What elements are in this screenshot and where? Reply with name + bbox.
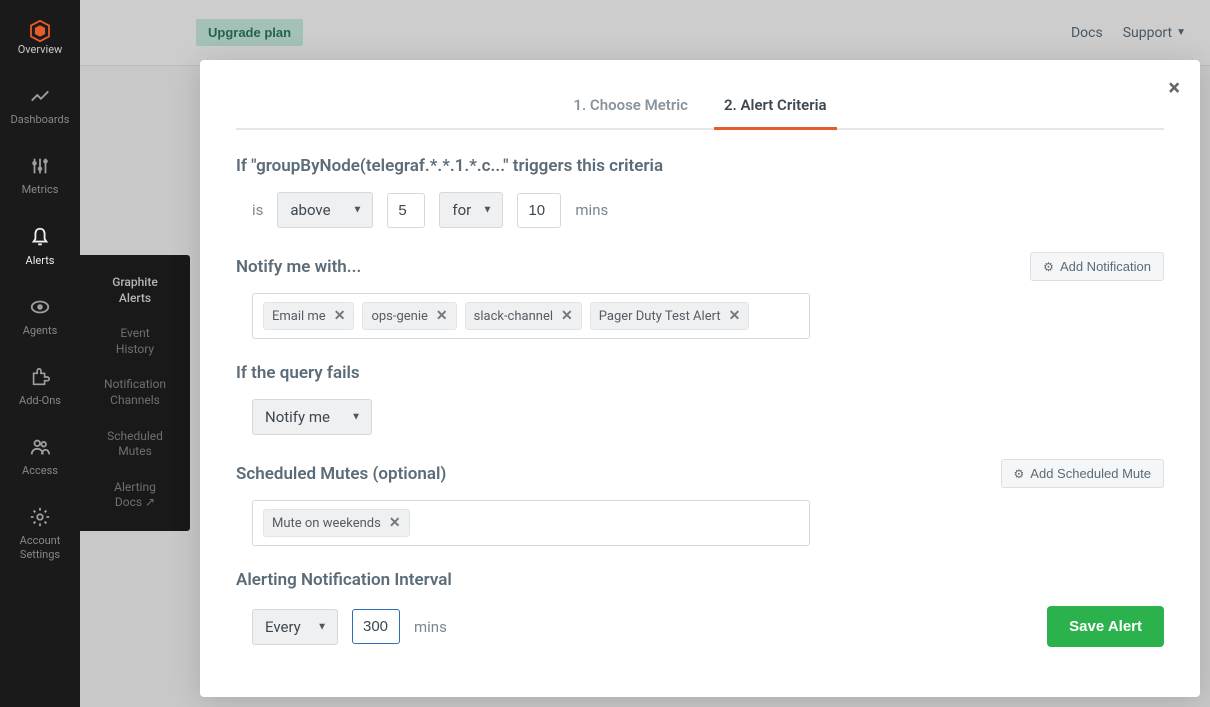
add-scheduled-mute-button[interactable]: ⚙ Add Scheduled Mute [1001,459,1164,488]
sidebar-item-addons[interactable]: Add-Ons [0,351,80,421]
remove-tag-icon[interactable]: ✕ [561,308,573,324]
mute-tag: Mute on weekends ✕ [263,509,410,537]
sidebar-item-label: Overview [18,43,63,56]
close-icon[interactable]: × [1168,76,1180,101]
puzzle-icon [28,365,52,389]
eye-icon [28,295,52,319]
notification-tags[interactable]: Email me ✕ ops-genie ✕ slack-channel ✕ P… [252,293,810,339]
sidebar-item-access[interactable]: Access [0,421,80,491]
notify-title: Notify me with... [236,257,361,277]
criteria-section: If "groupByNode(telegraf.*.*.1.*.c..." t… [236,156,1164,228]
tag-label: Mute on weekends [272,516,381,531]
tag-label: ops-genie [371,309,427,324]
notification-tag: Pager Duty Test Alert ✕ [590,302,750,330]
remove-tag-icon[interactable]: ✕ [389,515,401,531]
threshold-input[interactable] [387,193,425,228]
criteria-title: If "groupByNode(telegraf.*.*.1.*.c..." t… [236,156,1164,176]
tab-choose-metric[interactable]: 1. Choose Metric [569,84,692,128]
duration-input[interactable] [517,193,561,228]
interval-section: Alerting Notification Interval Every min… [236,570,1164,647]
sidebar-item-metrics[interactable]: Metrics [0,140,80,210]
tag-label: Email me [272,309,326,324]
sidebar-item-dashboards[interactable]: Dashboards [0,70,80,140]
bell-icon [28,225,52,249]
interval-mode-select[interactable]: Every [252,609,338,645]
notification-tag: Email me ✕ [263,302,354,330]
sidebar-item-label: Metrics [22,183,59,196]
gear-icon: ⚙ [1014,467,1025,481]
sidebar-item-agents[interactable]: Agents [0,281,80,351]
sidebar-item-label: Agents [23,324,58,337]
sidebar-item-alerts[interactable]: Alerts [0,211,80,281]
users-icon [28,435,52,459]
sidebar-item-label: Add-Ons [19,394,61,407]
duration-unit-label: mins [575,201,608,219]
notification-tag: slack-channel ✕ [465,302,582,330]
alert-modal: × 1. Choose Metric 2. Alert Criteria If … [200,60,1200,697]
notify-section: Notify me with... ⚙ Add Notification Ema… [236,252,1164,339]
interval-value-input[interactable] [352,609,400,644]
for-label: for [452,201,471,219]
query-fail-value: Notify me [265,408,330,426]
remove-tag-icon[interactable]: ✕ [436,308,448,324]
query-fail-title: If the query fails [236,363,1164,383]
interval-mode-value: Every [265,618,301,636]
interval-title: Alerting Notification Interval [236,570,1164,590]
logo-icon [28,14,52,38]
add-notification-label: Add Notification [1060,259,1151,274]
chart-line-icon [28,84,52,108]
add-mute-label: Add Scheduled Mute [1030,466,1151,481]
sidebar: Overview Dashboards Metrics Alerts Agent… [0,0,80,707]
mutes-section: Scheduled Mutes (optional) ⚙ Add Schedul… [236,459,1164,546]
sidebar-item-overview[interactable]: Overview [0,0,80,70]
save-alert-button[interactable]: Save Alert [1047,606,1164,647]
remove-tag-icon[interactable]: ✕ [334,308,346,324]
comparator-select[interactable]: above [277,192,373,228]
query-fail-section: If the query fails Notify me [236,363,1164,435]
sidebar-item-label: Dashboards [11,113,70,126]
tag-label: Pager Duty Test Alert [599,309,721,324]
sidebar-item-account-settings[interactable]: Account Settings [0,491,80,574]
gear-icon [28,505,52,529]
is-label: is [252,201,263,219]
mutes-title: Scheduled Mutes (optional) [236,464,446,484]
notification-tag: ops-genie ✕ [362,302,456,330]
tab-alert-criteria[interactable]: 2. Alert Criteria [720,84,831,128]
mute-tags[interactable]: Mute on weekends ✕ [252,500,810,546]
sidebar-item-label: Access [22,464,58,477]
remove-tag-icon[interactable]: ✕ [729,308,741,324]
for-select[interactable]: for [439,192,503,228]
sliders-icon [28,154,52,178]
sidebar-item-label: Alerts [26,254,55,267]
tag-label: slack-channel [474,309,553,324]
add-notification-button[interactable]: ⚙ Add Notification [1030,252,1164,281]
comparator-value: above [290,201,330,219]
sidebar-item-label: Account Settings [20,534,61,560]
interval-unit-label: mins [414,618,447,636]
gear-icon: ⚙ [1043,260,1054,274]
query-fail-select[interactable]: Notify me [252,399,372,435]
modal-tabs: 1. Choose Metric 2. Alert Criteria [236,84,1164,130]
